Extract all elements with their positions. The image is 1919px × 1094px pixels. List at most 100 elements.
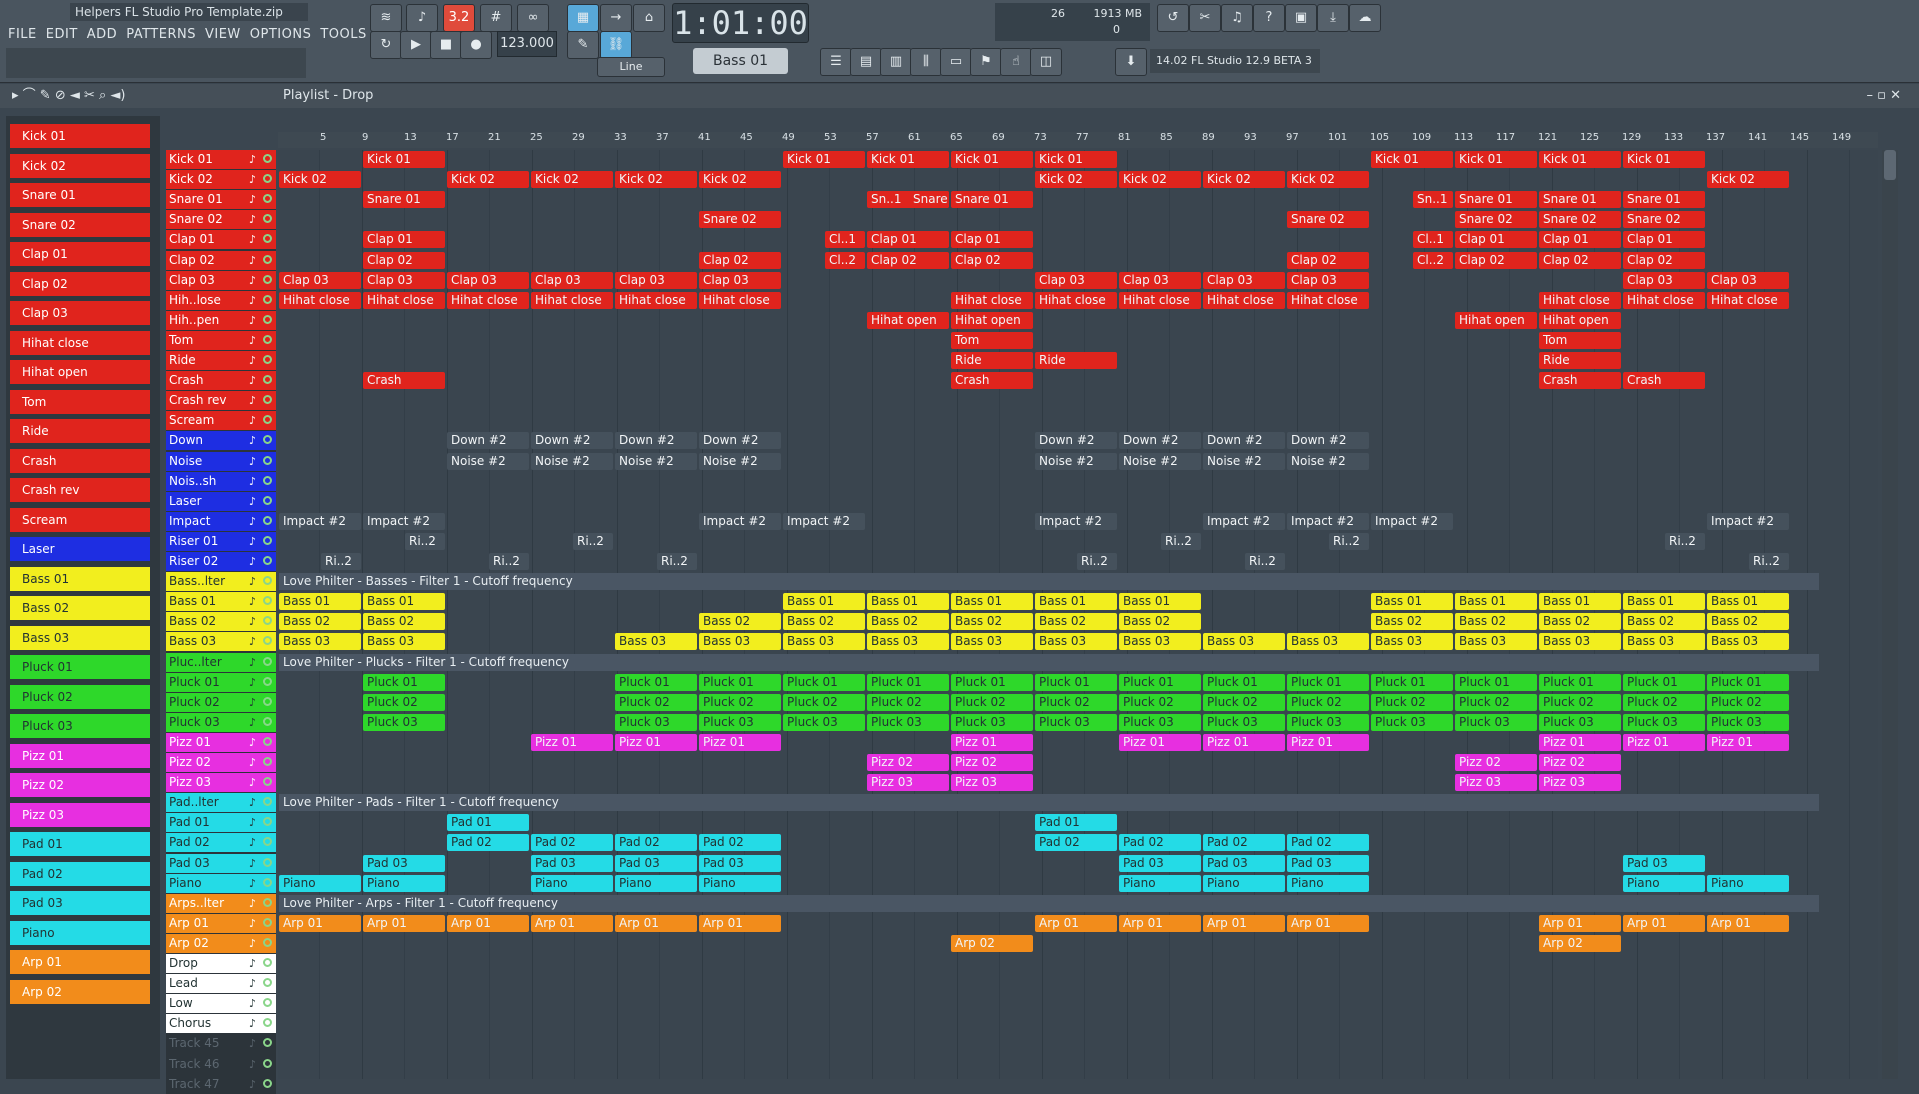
- automation-clip[interactable]: Love Philter - Plucks - Filter 1 - Cutof…: [279, 653, 1819, 671]
- track-enable-toggle[interactable]: [263, 857, 272, 867]
- track-enable-toggle[interactable]: [263, 274, 272, 284]
- pattern-clip[interactable]: Pluck 03: [1455, 713, 1537, 731]
- pattern-clip[interactable]: Kick 02: [699, 171, 781, 189]
- window-controls[interactable]: – ▫ ✕: [1867, 84, 1901, 108]
- pattern-clip[interactable]: Pluck 02: [615, 693, 697, 711]
- menu-item-edit[interactable]: EDIT: [46, 27, 78, 42]
- pattern-clip[interactable]: Impact #2: [279, 512, 361, 530]
- pattern-clip[interactable]: Bass 02: [1623, 613, 1705, 631]
- pattern-clip[interactable]: Bass 01: [1119, 593, 1201, 611]
- pattern-clip[interactable]: Pizz 01: [1203, 733, 1285, 751]
- browser-item[interactable]: Pluck 01: [10, 655, 150, 679]
- browser-item[interactable]: Crash rev: [10, 478, 150, 502]
- pattern-clip[interactable]: Piano: [699, 874, 781, 892]
- track-enable-toggle[interactable]: [263, 154, 272, 163]
- track-header[interactable]: Clap 01 ♪: [166, 230, 276, 250]
- menu-item-patterns[interactable]: PATTERNS: [126, 27, 196, 42]
- pattern-clip[interactable]: Noise #2: [1287, 452, 1369, 470]
- timeline-ruler[interactable]: 5 9 13 17 21 25 29 33 37 41 45 49 53 57 61 65 69 73 77 81 85…: [278, 132, 1878, 148]
- pattern-clip[interactable]: Pad 02: [1203, 834, 1285, 852]
- pattern-clip[interactable]: Clap 03: [699, 271, 781, 289]
- pattern-clip[interactable]: Noise #2: [1203, 452, 1285, 470]
- pattern-clip[interactable]: Bass 02: [363, 613, 445, 631]
- track-header[interactable]: Bass 03 ♪: [166, 632, 276, 652]
- pattern-clip[interactable]: Impact #2: [783, 512, 865, 530]
- pattern-clip[interactable]: Pad 02: [1035, 834, 1117, 852]
- pattern-clip[interactable]: Kick 02: [447, 171, 529, 189]
- pattern-clip[interactable]: Clap 03: [1203, 271, 1285, 289]
- save-icon[interactable]: ▣: [1285, 4, 1317, 32]
- menu-item-file[interactable]: FILE: [8, 27, 37, 42]
- pattern-clip[interactable]: Clap 03: [447, 271, 529, 289]
- pattern-clip[interactable]: Pluck 03: [1539, 713, 1621, 731]
- help-icon[interactable]: ?: [1253, 4, 1285, 32]
- touch-icon[interactable]: ☝: [1000, 48, 1032, 76]
- track-header[interactable]: Nois..sh ♪: [166, 471, 276, 491]
- browser-item[interactable]: Arp 01: [10, 950, 150, 974]
- pattern-clip[interactable]: Piano: [363, 874, 445, 892]
- pattern-clip[interactable]: Pluck 02: [867, 693, 949, 711]
- track-enable-toggle[interactable]: [263, 174, 272, 184]
- track-header[interactable]: Lead ♪: [166, 974, 276, 994]
- pattern-clip[interactable]: Kick 01: [951, 151, 1033, 168]
- pattern-clip[interactable]: Pizz 03: [1539, 774, 1621, 792]
- pattern-clip[interactable]: Clap 03: [1623, 271, 1705, 289]
- track-enable-toggle[interactable]: [263, 314, 272, 324]
- pattern-clip[interactable]: Bass 01: [363, 593, 445, 611]
- track-header[interactable]: Scream ♪: [166, 411, 276, 431]
- pattern-clip[interactable]: Hihat close: [1539, 291, 1621, 309]
- track-enable-toggle[interactable]: [263, 535, 272, 545]
- automation-clip[interactable]: Love Philter - Arps - Filter 1 - Cutoff …: [279, 894, 1819, 912]
- pattern-clip[interactable]: Clap 03: [363, 271, 445, 289]
- pattern-clip[interactable]: Pluck 03: [1371, 713, 1453, 731]
- pattern-clip[interactable]: Kick 01: [1035, 151, 1117, 168]
- pattern-clip[interactable]: Bass 03: [867, 633, 949, 651]
- pattern-clip[interactable]: Arp 01: [531, 914, 613, 932]
- pattern-clip[interactable]: Impact #2: [1203, 512, 1285, 530]
- pattern-clip[interactable]: Ride: [951, 352, 1033, 369]
- track-header[interactable]: Pluck 02 ♪: [166, 692, 276, 712]
- pattern-clip[interactable]: Pizz 01: [531, 733, 613, 751]
- pattern-clip[interactable]: Snare 01: [1539, 191, 1621, 209]
- pattern-clip[interactable]: Arp 01: [1119, 914, 1201, 932]
- track-header[interactable]: Low ♪: [166, 994, 276, 1014]
- pattern-clip[interactable]: Hihat open: [1455, 311, 1537, 329]
- pattern-clip[interactable]: Clap 03: [1707, 271, 1789, 289]
- pattern-clip[interactable]: Pluck 02: [1455, 693, 1537, 711]
- pattern-clip[interactable]: Clap 02: [867, 251, 949, 269]
- track-header[interactable]: Pizz 02 ♪: [166, 753, 276, 772]
- pattern-clip[interactable]: Pluck 01: [1287, 673, 1369, 691]
- pattern-clip[interactable]: Down #2: [531, 432, 613, 450]
- pattern-clip[interactable]: Pluck 01: [1455, 673, 1537, 691]
- menu-item-view[interactable]: VIEW: [205, 27, 241, 42]
- pattern-clip[interactable]: Pluck 01: [1623, 673, 1705, 691]
- track-header[interactable]: Track 45 ♪: [166, 1034, 276, 1054]
- pattern-clip[interactable]: Kick 02: [1203, 171, 1285, 189]
- pattern-clip[interactable]: Bass 03: [615, 633, 697, 651]
- pattern-clip[interactable]: Hihat close: [363, 291, 445, 309]
- pattern-clip[interactable]: Sn..1: [1413, 191, 1453, 209]
- pattern-clip[interactable]: Hihat close: [1287, 291, 1369, 309]
- pattern-clip[interactable]: Clap 03: [1287, 271, 1369, 289]
- pattern-clip[interactable]: Pluck 03: [1203, 713, 1285, 731]
- vertical-scrollbar[interactable]: [1882, 150, 1898, 1079]
- track-header[interactable]: Drop ♪: [166, 954, 276, 973]
- pattern-clip[interactable]: Hihat open: [867, 311, 949, 329]
- pattern-clip[interactable]: Pluck 01: [1035, 673, 1117, 691]
- pattern-clip[interactable]: Pluck 02: [951, 693, 1033, 711]
- pattern-clip[interactable]: Hihat close: [1035, 291, 1117, 309]
- pattern-clip[interactable]: Pluck 01: [783, 673, 865, 691]
- track-header[interactable]: Crash rev ♪: [166, 391, 276, 411]
- track-enable-toggle[interactable]: [263, 777, 272, 787]
- track-header[interactable]: Pizz 03 ♪: [166, 773, 276, 793]
- pattern-clip[interactable]: Piano: [279, 874, 361, 892]
- track-enable-toggle[interactable]: [263, 1038, 272, 1048]
- pattern-clip[interactable]: Clap 02: [363, 251, 445, 269]
- browser-item[interactable]: Tom: [10, 389, 150, 414]
- pattern-clip[interactable]: Arp 02: [1539, 934, 1621, 952]
- pattern-clip[interactable]: Pluck 02: [1035, 693, 1117, 711]
- play-button[interactable]: ▶: [400, 31, 432, 59]
- pattern-clip[interactable]: Noise #2: [1119, 452, 1201, 470]
- track-enable-toggle[interactable]: [263, 556, 272, 565]
- pattern-clip[interactable]: Pad 02: [447, 834, 529, 852]
